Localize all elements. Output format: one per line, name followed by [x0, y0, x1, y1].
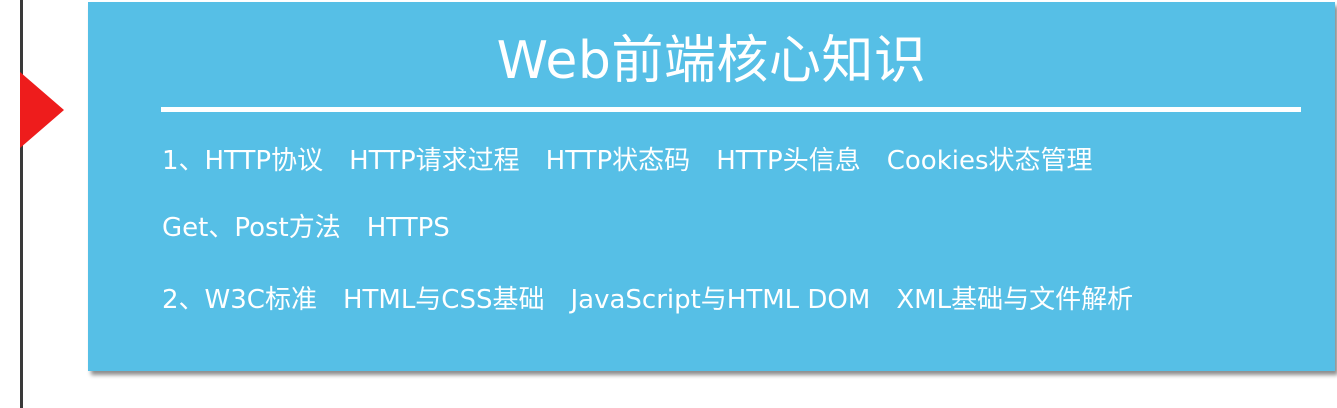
topic-item: HTML与CSS基础 [342, 285, 545, 315]
topic-item: XML基础与文件解析 [896, 285, 1134, 315]
topic-line-1: 1、HTTP协议 HTTP请求过程 HTTP状态码 HTTP头信息 Cookies状态管… [162, 143, 1093, 179]
card-title: Web前端核心知识 [496, 31, 927, 91]
topic-item: Get、Post方法 [162, 213, 341, 243]
topic-line-3: 2、W3C标准 HTML与CSS基础 JavaScript与HTML DOM XML基… [162, 282, 1133, 318]
slide: Web前端核心知识 1、HTTP协议 HTTP请求过程 HTTP状态码 HTTP头信息… [0, 0, 1337, 408]
topic-item: HTTP头信息 [716, 146, 861, 176]
topic-item: HTTP状态码 [545, 146, 691, 176]
topic-card: Web前端核心知识 1、HTTP协议 HTTP请求过程 HTTP状态码 HTTP头信息… [88, 2, 1335, 371]
topic-item: HTTP请求过程 [349, 146, 520, 176]
timeline-arrow-marker [20, 72, 64, 148]
timeline-line [20, 0, 23, 408]
topic-item: 1、HTTP协议 [162, 146, 324, 176]
topic-line-2: Get、Post方法 HTTPS [162, 210, 450, 246]
title-divider [161, 107, 1301, 112]
topic-item: HTTPS [366, 213, 450, 243]
topic-item: JavaScript与HTML DOM [570, 285, 871, 315]
topic-item: Cookies状态管理 [886, 146, 1093, 176]
topic-item: 2、W3C标准 [162, 285, 317, 315]
